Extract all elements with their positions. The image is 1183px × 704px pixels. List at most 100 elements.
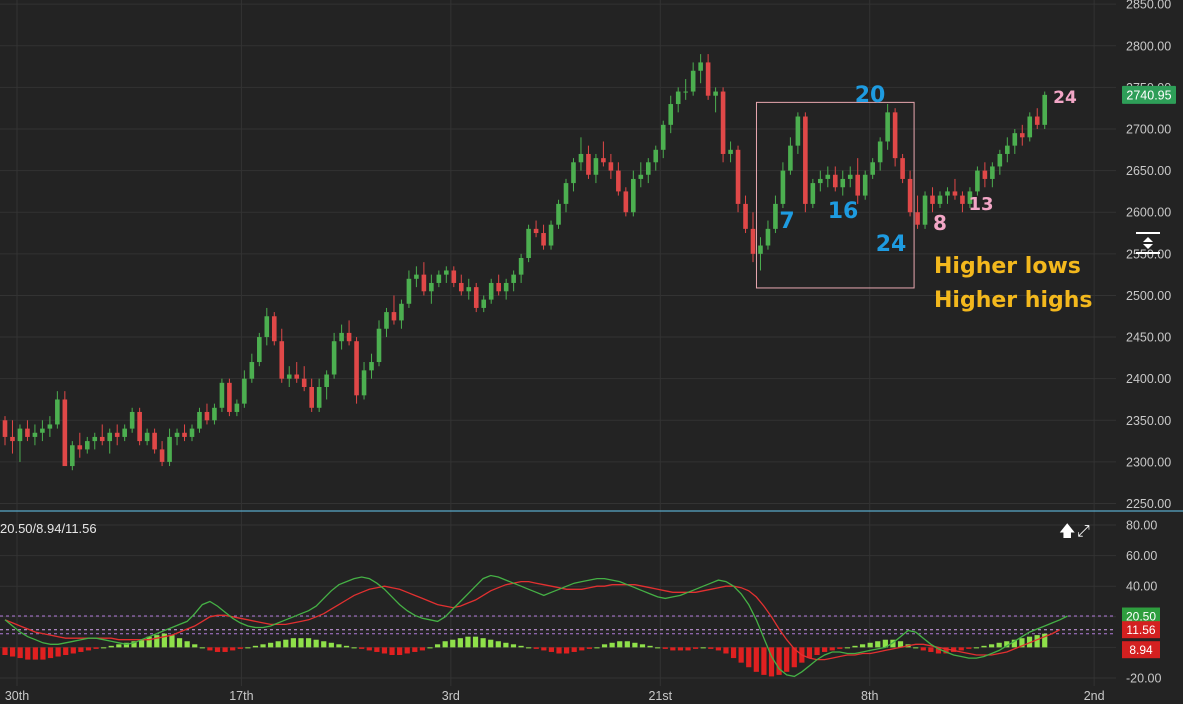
candle-body (541, 233, 546, 246)
candle-body (301, 378, 307, 387)
macd-histogram-bar (412, 647, 418, 652)
candle-body (586, 153, 591, 175)
candle-body (361, 370, 367, 396)
macd-histogram-bar (93, 647, 99, 649)
macd-histogram-bar (427, 647, 433, 649)
macd-axis: 80.0060.0040.0020.000.00-20.00 (1126, 519, 1161, 686)
candle-body (197, 411, 202, 429)
candle-body (571, 162, 576, 184)
macd-histogram-bar (784, 647, 790, 672)
candle-body (668, 104, 674, 125)
macd-histogram-bar (510, 644, 517, 648)
wave-count-label: 24 (876, 232, 907, 257)
candle-body (92, 436, 98, 442)
candle-body (369, 362, 374, 371)
macd-pane[interactable] (0, 524, 1116, 679)
candle-body (1019, 133, 1025, 138)
price-tick-label: 2600.00 (1126, 206, 1171, 220)
candle-body (653, 149, 659, 163)
expand-pane-icon[interactable]: ⤢ (1077, 524, 1090, 540)
macd-histogram-bar (693, 647, 699, 649)
candle-body (556, 203, 561, 225)
candle-body (728, 149, 733, 154)
candle-body (937, 195, 943, 204)
price-tick-label: 2500.00 (1126, 289, 1171, 303)
candle-body (675, 91, 681, 105)
price-tick-label: 2300.00 (1126, 455, 1171, 469)
price-axis[interactable]: 2250.00 2300.00 2350.00 2400.00 2450.00 2500.… (1126, 0, 1171, 511)
candle-body (623, 191, 629, 213)
macd-histogram-bar (639, 644, 646, 648)
macd-histogram-bar (761, 647, 767, 675)
candle-body (713, 91, 718, 96)
candle-body (735, 149, 741, 204)
macd-histogram-bar (601, 644, 608, 648)
macd-histogram-bar (829, 647, 835, 651)
candle-body (840, 178, 846, 188)
price-tick-label: 2850.00 (1126, 0, 1171, 12)
macd-histogram-bar (556, 647, 562, 654)
macd-histogram-bar (108, 645, 114, 648)
candle-body (32, 432, 38, 437)
trend-note: Higher highs (934, 288, 1093, 313)
candle-body (70, 445, 75, 467)
price-tick-label: 2650.00 (1126, 164, 1171, 178)
candle-body (391, 312, 397, 321)
price-tick-label: 2250.00 (1126, 497, 1171, 511)
macd-histogram-bar (336, 644, 342, 648)
candle-body (227, 382, 232, 412)
macd-histogram-bar (290, 638, 296, 648)
macd-histogram-bar (245, 647, 251, 649)
candle-body (877, 141, 883, 163)
macd-histogram-bar (389, 647, 395, 656)
macd-histogram-bar (973, 647, 980, 649)
macd-histogram-bar (624, 641, 630, 648)
macd-value-label: 8.94 (1129, 643, 1153, 657)
candle-body (548, 224, 554, 246)
macd-histogram-bar (1034, 635, 1040, 648)
macd-histogram-bar (32, 647, 38, 660)
candle-body (818, 178, 823, 184)
macd-histogram-bar (662, 647, 668, 649)
macd-histogram-bar (533, 647, 539, 649)
macd-histogram-bar (715, 647, 721, 651)
macd-histogram-bar (184, 641, 190, 648)
candle-body (234, 403, 240, 412)
macd-tick-label: 60.00 (1126, 549, 1157, 563)
candle-body (1034, 116, 1040, 125)
macd-histogram-bar (252, 645, 259, 648)
candle-body (698, 62, 703, 71)
candle-body (152, 432, 157, 450)
candlestick-series[interactable] (2, 54, 1048, 471)
candle-body (77, 445, 83, 450)
candle-body (795, 116, 801, 146)
candle-body (563, 183, 569, 204)
macd-histogram-bar (632, 642, 638, 648)
candle-body (294, 374, 300, 379)
move-up-icon[interactable]: 🡅 (1059, 524, 1075, 540)
date-tick-label: 21st (648, 689, 672, 703)
date-tick-label: 30th (5, 689, 29, 703)
candle-body (399, 303, 404, 321)
macd-histogram-bar (116, 644, 122, 648)
candle-body (503, 282, 509, 292)
candle-body (638, 174, 644, 179)
candle-body (346, 332, 352, 342)
scale-toggle-icon[interactable] (1136, 232, 1160, 254)
price-tick-label: 2800.00 (1126, 39, 1171, 53)
trading-chart[interactable]: 2250.00 2300.00 2350.00 2400.00 2450.00 2500.… (0, 0, 1183, 704)
macd-histogram-bar (169, 635, 175, 648)
macd-histogram-bar (571, 647, 577, 652)
candle-body (601, 158, 606, 163)
macd-histogram-bar (548, 647, 555, 652)
candle-body (122, 428, 127, 437)
wave-count-label: 20 (855, 83, 886, 108)
candle-body (414, 274, 419, 279)
candle-body (25, 428, 30, 437)
candle-body (159, 449, 165, 462)
macd-histogram-bar (746, 647, 752, 668)
macd-indicator-label[interactable]: 20.50/8.94/11.56 (0, 521, 97, 536)
candle-body (55, 399, 60, 425)
macd-histogram-bar (708, 647, 714, 649)
macd-histogram-bar (351, 647, 357, 649)
